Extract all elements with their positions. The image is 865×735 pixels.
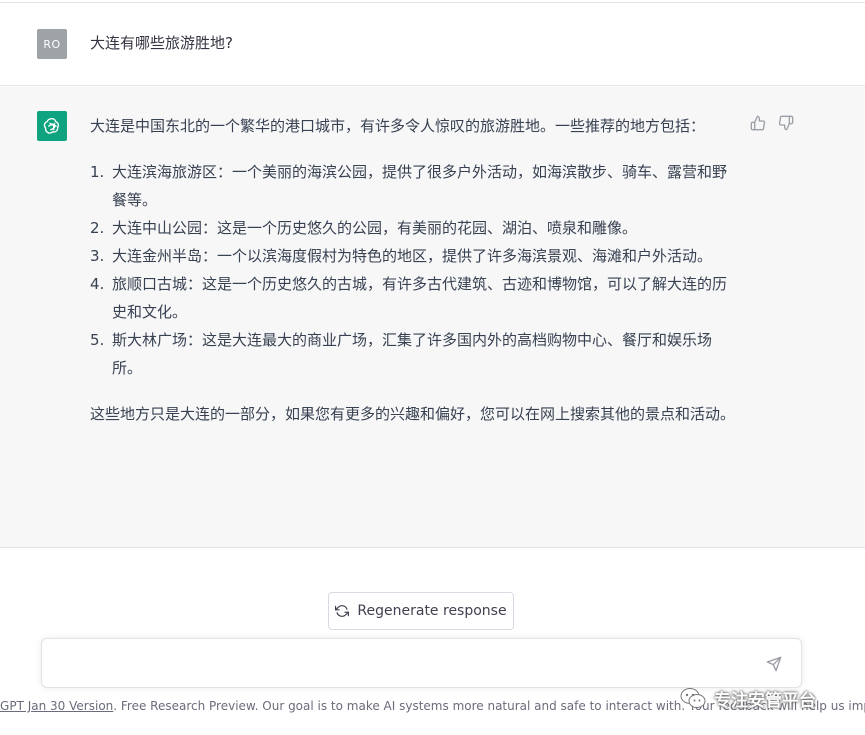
list-item: 1. 大连滨海旅游区：一个美丽的海滨公园，提供了很多户外活动，如海滨散步、骑车、… <box>90 158 735 214</box>
list-item: 3. 大连金州半岛：一个以滨海度假村为特色的地区，提供了许多海滨景观、海滩和户外… <box>90 242 735 270</box>
user-avatar-initials: RO <box>43 37 61 51</box>
list-item-text: 斯大林广场：这是大连最大的商业广场，汇集了许多国内外的高档购物中心、餐厅和娱乐场… <box>112 331 713 377</box>
thumbs-down-icon[interactable] <box>778 115 794 131</box>
list-item-number: 2. <box>90 219 105 237</box>
list-item-number: 1. <box>90 163 105 181</box>
refresh-icon <box>335 604 350 618</box>
list-item-text: 大连金州半岛：一个以滨海度假村为特色的地区，提供了许多海滨景观、海滩和户外活动。 <box>112 247 713 265</box>
watermark-text: 专注安管平台 <box>714 690 816 711</box>
paper-plane-icon[interactable] <box>765 655 783 673</box>
regenerate-response-button[interactable]: Regenerate response <box>328 592 514 630</box>
recommendation-list: 1. 大连滨海旅游区：一个美丽的海滨公园，提供了很多户外活动，如海滨散步、骑车、… <box>90 158 735 382</box>
user-message-row: RO 大连有哪些旅游胜地? <box>0 2 865 86</box>
regenerate-label: Regenerate response <box>357 603 507 619</box>
list-item-text: 大连滨海旅游区：一个美丽的海滨公园，提供了很多户外活动，如海滨散步、骑车、露营和… <box>112 163 728 209</box>
version-link[interactable]: atGPT Jan 30 Version <box>0 699 113 713</box>
wechat-icon <box>680 687 706 709</box>
message-composer <box>41 638 802 688</box>
watermark: 专注安管平台 <box>680 682 816 714</box>
user-message-text: 大连有哪些旅游胜地? <box>90 34 233 52</box>
chat-page: RO 大连有哪些旅游胜地? 大连是中国东北的一个繁华的港口城市，有许多令人惊叹的… <box>0 0 865 735</box>
list-item: 2. 大连中山公园：这是一个历史悠久的公园，有美丽的花园、湖泊、喷泉和雕像。 <box>90 214 735 242</box>
list-item: 5. 斯大林广场：这是大连最大的商业广场，汇集了许多国内外的高档购物中心、餐厅和… <box>90 326 735 382</box>
answer-intro: 大连是中国东北的一个繁华的港口城市，有许多令人惊叹的旅游胜地。一些推荐的地方包括… <box>90 117 706 135</box>
user-avatar: RO <box>37 29 67 59</box>
list-item-number: 4. <box>90 275 105 293</box>
message-input[interactable] <box>56 651 756 675</box>
list-item: 4. 旅顺口古城：这是一个历史悠久的古城，有许多古代建筑、古迹和博物馆，可以了解… <box>90 270 735 326</box>
thumbs-up-icon[interactable] <box>750 115 766 131</box>
feedback-buttons <box>750 115 794 131</box>
list-item-number: 5. <box>90 331 105 349</box>
assistant-answer: 大连是中国东北的一个繁华的港口城市，有许多令人惊叹的旅游胜地。一些推荐的地方包括… <box>90 112 735 428</box>
list-item-number: 3. <box>90 247 105 265</box>
answer-outro: 这些地方只是大连的一部分，如果您有更多的兴趣和偏好，您可以在网上搜索其他的景点和… <box>90 405 736 423</box>
list-item-text: 旅顺口古城：这是一个历史悠久的古城，有许多古代建筑、古迹和博物馆，可以了解大连的… <box>112 275 728 321</box>
openai-logo-icon <box>42 116 62 136</box>
list-item-text: 大连中山公园：这是一个历史悠久的公园，有美丽的花园、湖泊、喷泉和雕像。 <box>112 219 638 237</box>
assistant-avatar <box>37 111 67 141</box>
